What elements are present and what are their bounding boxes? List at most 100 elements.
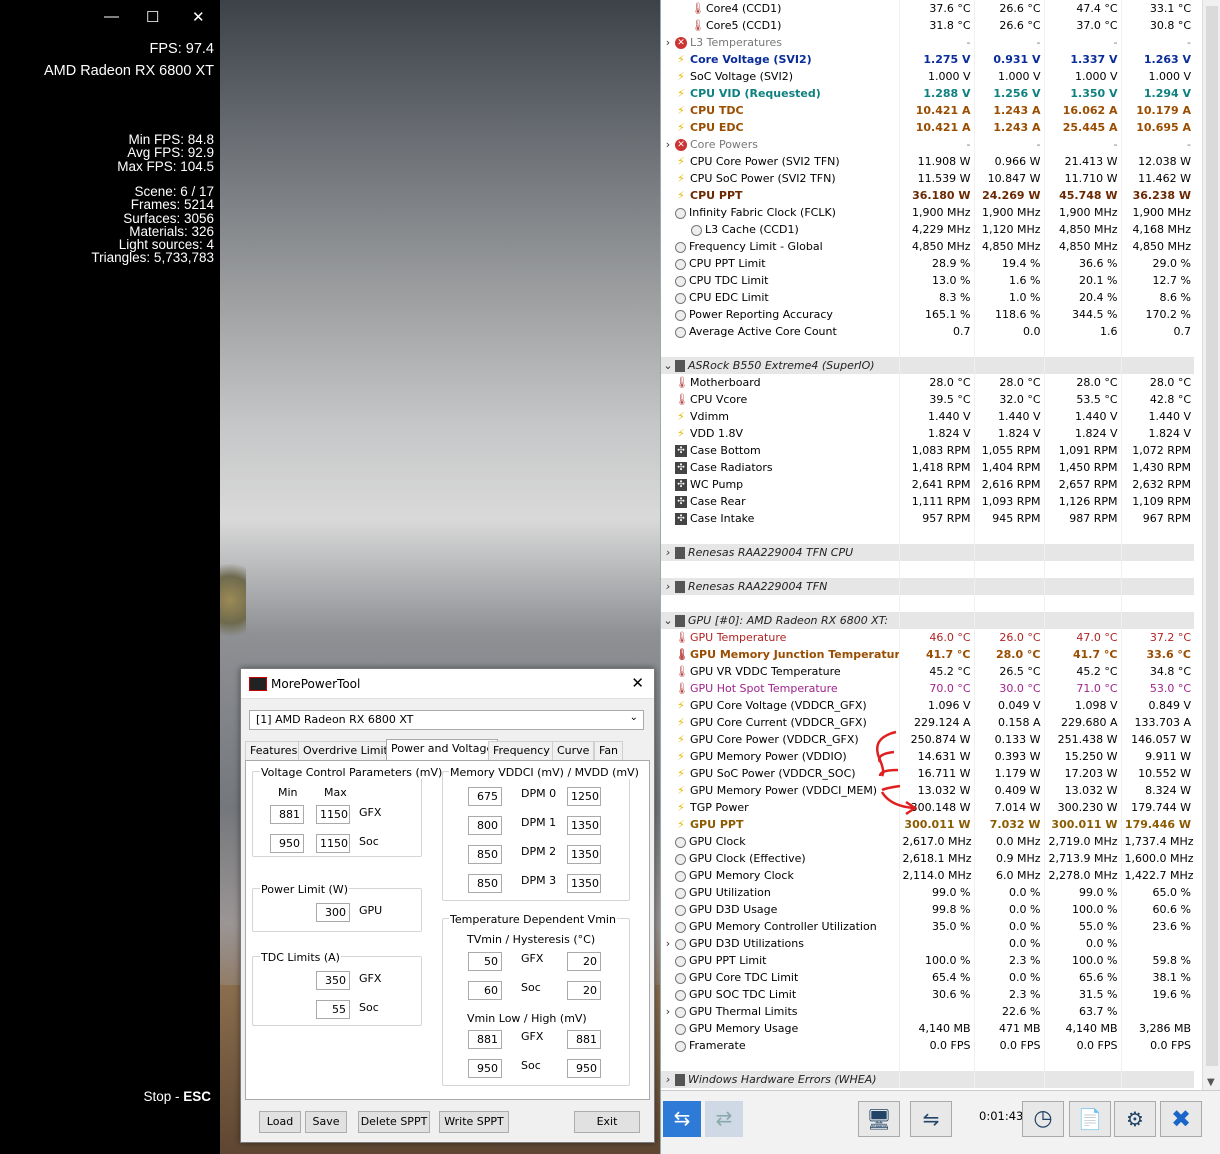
sensor-group-row[interactable]: ⌄ GPU [#0]: AMD Radeon RX 6800 XT:: [661, 612, 1194, 629]
sensor-row[interactable]: ⚡ GPU Core Voltage (VDDCR_GFX) 1.096 V 0.04…: [661, 697, 1194, 714]
dpm1-mvdd-input[interactable]: 1350: [567, 816, 601, 835]
sensor-group-row[interactable]: › Windows Hardware Errors (WHEA): [661, 1071, 1194, 1088]
sensor-row[interactable]: ⚡ VDD 1.8V 1.824 V 1.824 V 1.824 V 1.824 V: [661, 425, 1194, 442]
soc-min-input[interactable]: 950: [270, 834, 304, 853]
sensor-row[interactable]: 🌡GPU Memory Junction Temperature 41.7 °C 2…: [661, 646, 1194, 663]
sensor-row[interactable]: ⚡ GPU Core Power (VDDCR_GFX) 250.874 W 0.13…: [661, 731, 1194, 748]
sensor-row[interactable]: ⚡ CPU SoC Power (SVI2 TFN) 11.539 W 10.847 …: [661, 170, 1194, 187]
dpm0-vddci-input[interactable]: 675: [468, 787, 502, 806]
collapse-icon[interactable]: ⇄: [705, 1101, 743, 1137]
sensor-row[interactable]: GPU D3D Usage 99.8 % 0.0 % 100.0 % 60.6 %: [661, 901, 1194, 918]
sensor-row[interactable]: ⚡ Core Voltage (SVI2) 1.275 V 0.931 V 1.337 …: [661, 51, 1194, 68]
sensor-row[interactable]: ⚡ GPU Memory Power (VDDCI_MEM) 13.032 W 0.4…: [661, 782, 1194, 799]
dpm2-vddci-input[interactable]: 850: [468, 845, 502, 864]
expand-chevron-icon[interactable]: ›: [661, 546, 675, 559]
vmin-low-gfx-input[interactable]: 881: [468, 1030, 502, 1049]
sensor-row[interactable]: 🌡Core5 (CCD1) 31.8 °C 26.6 °C 37.0 °C 30.8 °…: [661, 17, 1194, 34]
sensor-row[interactable]: 🌡GPU Hot Spot Temperature 70.0 °C 30.0 °C 7…: [661, 680, 1194, 697]
expand-chevron-icon[interactable]: ›: [661, 1005, 675, 1018]
sensor-row[interactable]: GPU Memory Usage 4,140 MB 471 MB 4,140 MB 3,…: [661, 1020, 1194, 1037]
hysteresis-soc-input[interactable]: 20: [567, 981, 601, 1000]
sensor-row[interactable]: Framerate 0.0 FPS 0.0 FPS 0.0 FPS 0.0 FPS: [661, 1037, 1194, 1054]
expand-chevron-icon[interactable]: ›: [661, 138, 675, 151]
sensor-row[interactable]: Infinity Fabric Clock (FCLK) 1,900 MHz 1,9…: [661, 204, 1194, 221]
sensor-row[interactable]: ⚡ GPU SoC Power (VDDCR_SOC) 16.711 W 1.179 …: [661, 765, 1194, 782]
sensor-row[interactable]: ⚡ CPU PPT 36.180 W 24.269 W 45.748 W 36.238 W: [661, 187, 1194, 204]
sensor-row[interactable]: ⚡ CPU EDC 10.421 A 1.243 A 25.445 A 10.695 A: [661, 119, 1194, 136]
delete-sppt-button[interactable]: Delete SPPT: [358, 1111, 430, 1133]
tab-curve[interactable]: Curve: [552, 741, 595, 760]
vmin-high-gfx-input[interactable]: 881: [567, 1030, 601, 1049]
expand-chevron-icon[interactable]: ›: [661, 1073, 675, 1086]
sensor-row[interactable]: Frequency Limit - Global 4,850 MHz 4,850 M…: [661, 238, 1194, 255]
sensor-row[interactable]: ✣ WC Pump 2,641 RPM 2,616 RPM 2,657 RPM 2,632…: [661, 476, 1194, 493]
sensor-row[interactable]: › GPU D3D Utilizations 0.0 % 0.0 %: [661, 935, 1194, 952]
sensor-row[interactable]: GPU Memory Clock 2,114.0 MHz 6.0 MHz 2,278.…: [661, 867, 1194, 884]
scroll-down-icon[interactable]: ▼: [1207, 1077, 1215, 1088]
close-icon[interactable]: ✕: [631, 674, 644, 692]
minimize-icon[interactable]: —: [104, 8, 119, 25]
sensor-group-row[interactable]: › Renesas RAA229004 TFN CPU: [661, 544, 1194, 561]
settings-gear-icon[interactable]: ⚙: [1114, 1101, 1156, 1137]
save-button[interactable]: Save: [305, 1111, 347, 1133]
sensor-row[interactable]: ⚡ TGP Power 300.148 W 7.014 W 300.230 W 179.7…: [661, 799, 1194, 816]
write-sppt-button[interactable]: Write SPPT: [439, 1111, 509, 1133]
sensor-row[interactable]: GPU Core TDC Limit 65.4 % 0.0 % 65.6 % 38.1 …: [661, 969, 1194, 986]
soc-max-input[interactable]: 1150: [316, 834, 350, 853]
gfx-max-input[interactable]: 1150: [316, 805, 350, 824]
sensor-row[interactable]: 🌡GPU VR VDDC Temperature 45.2 °C 26.5 °C 45…: [661, 663, 1194, 680]
sensor-row[interactable]: GPU Clock (Effective) 2,618.1 MHz 0.9 MHz 2…: [661, 850, 1194, 867]
expand-chevron-icon[interactable]: ›: [661, 36, 675, 49]
sensor-row[interactable]: GPU Clock 2,617.0 MHz 0.0 MHz 2,719.0 MHz 1,…: [661, 833, 1194, 850]
sensor-row[interactable]: ⚡ Vdimm 1.440 V 1.440 V 1.440 V 1.440 V: [661, 408, 1194, 425]
sensor-row[interactable]: › ✕ Core Powers - - - -: [661, 136, 1194, 153]
clock-icon[interactable]: ◷: [1022, 1101, 1064, 1137]
sensor-row[interactable]: › ✕ L3 Temperatures - - - -: [661, 34, 1194, 51]
load-button[interactable]: Load: [259, 1111, 301, 1133]
vmin-low-soc-input[interactable]: 950: [468, 1059, 502, 1078]
tab-features[interactable]: Features: [245, 741, 303, 760]
sensor-row[interactable]: CPU EDC Limit 8.3 % 1.0 % 20.4 % 8.6 %: [661, 289, 1194, 306]
tab-fan[interactable]: Fan: [594, 741, 624, 760]
dpm3-vddci-input[interactable]: 850: [468, 874, 502, 893]
sensor-row[interactable]: ⚡ GPU Memory Power (VDDIO) 14.631 W 0.393 W…: [661, 748, 1194, 765]
sensor-row[interactable]: ✣ Case Bottom 1,083 RPM 1,055 RPM 1,091 RPM 1…: [661, 442, 1194, 459]
sensor-row[interactable]: GPU Memory Controller Utilization 35.0 % 0…: [661, 918, 1194, 935]
sensor-row[interactable]: 🌡Core4 (CCD1) 37.6 °C 26.6 °C 47.4 °C 33.1 °…: [661, 0, 1194, 17]
dpm0-mvdd-input[interactable]: 1250: [567, 787, 601, 806]
maximize-icon[interactable]: ☐: [146, 8, 159, 26]
report-icon[interactable]: 📄: [1069, 1101, 1111, 1137]
network-monitor-icon[interactable]: 🖥: [858, 1101, 900, 1137]
tdc-soc-input[interactable]: 55: [316, 1000, 350, 1019]
sensor-row[interactable]: ⚡ CPU VID (Requested) 1.288 V 1.256 V 1.350 …: [661, 85, 1194, 102]
sensor-row[interactable]: ✣ Case Intake 957 RPM 945 RPM 987 RPM 967 RPM: [661, 510, 1194, 527]
sensor-row[interactable]: ⚡ GPU Core Current (VDDCR_GFX) 229.124 A 0.…: [661, 714, 1194, 731]
gfx-min-input[interactable]: 881: [270, 805, 304, 824]
scrollbar-thumb[interactable]: [1206, 6, 1218, 1066]
gpu-select[interactable]: [1] AMD Radeon RX 6800 XT ⌄: [249, 710, 644, 730]
expand-chevron-icon[interactable]: ⌄: [661, 614, 675, 627]
sensor-row[interactable]: CPU TDC Limit 13.0 % 1.6 % 20.1 % 12.7 %: [661, 272, 1194, 289]
sensor-row[interactable]: ⚡ SoC Voltage (SVI2) 1.000 V 1.000 V 1.000 V…: [661, 68, 1194, 85]
sensor-group-row[interactable]: ⌄ ASRock B550 Extreme4 (SuperIO): [661, 357, 1194, 374]
sensor-row[interactable]: ✣ Case Rear 1,111 RPM 1,093 RPM 1,126 RPM 1,1…: [661, 493, 1194, 510]
vmin-high-soc-input[interactable]: 950: [567, 1059, 601, 1078]
sensor-row[interactable]: GPU PPT Limit 100.0 % 2.3 % 100.0 % 59.8 %: [661, 952, 1194, 969]
tvmin-gfx-input[interactable]: 50: [468, 952, 502, 971]
dpm1-vddci-input[interactable]: 800: [468, 816, 502, 835]
dpm2-mvdd-input[interactable]: 1350: [567, 845, 601, 864]
sensor-row[interactable]: Average Active Core Count 0.7 0.0 1.6 0.7: [661, 323, 1194, 340]
tdc-gfx-input[interactable]: 350: [316, 971, 350, 990]
expand-chevron-icon[interactable]: ›: [661, 580, 675, 593]
tab-power-and-voltage[interactable]: Power and Voltage: [386, 739, 499, 760]
hysteresis-gfx-input[interactable]: 20: [567, 952, 601, 971]
sensor-row[interactable]: ⚡ GPU PPT 300.011 W 7.032 W 300.011 W 179.446…: [661, 816, 1194, 833]
sensor-row[interactable]: › GPU Thermal Limits 22.6 % 63.7 %: [661, 1003, 1194, 1020]
sensor-row[interactable]: ⚡ CPU TDC 10.421 A 1.243 A 16.062 A 10.179 A: [661, 102, 1194, 119]
tvmin-soc-input[interactable]: 60: [468, 981, 502, 1000]
tab-frequency[interactable]: Frequency: [488, 741, 555, 760]
sensor-row[interactable]: 🌡CPU Vcore 39.5 °C 32.0 °C 53.5 °C 42.8 °C: [661, 391, 1194, 408]
power-limit-input[interactable]: 300: [316, 903, 350, 922]
sensor-row[interactable]: GPU Utilization 99.0 % 0.0 % 99.0 % 65.0 %: [661, 884, 1194, 901]
close-x-icon[interactable]: ✖: [1160, 1101, 1202, 1137]
